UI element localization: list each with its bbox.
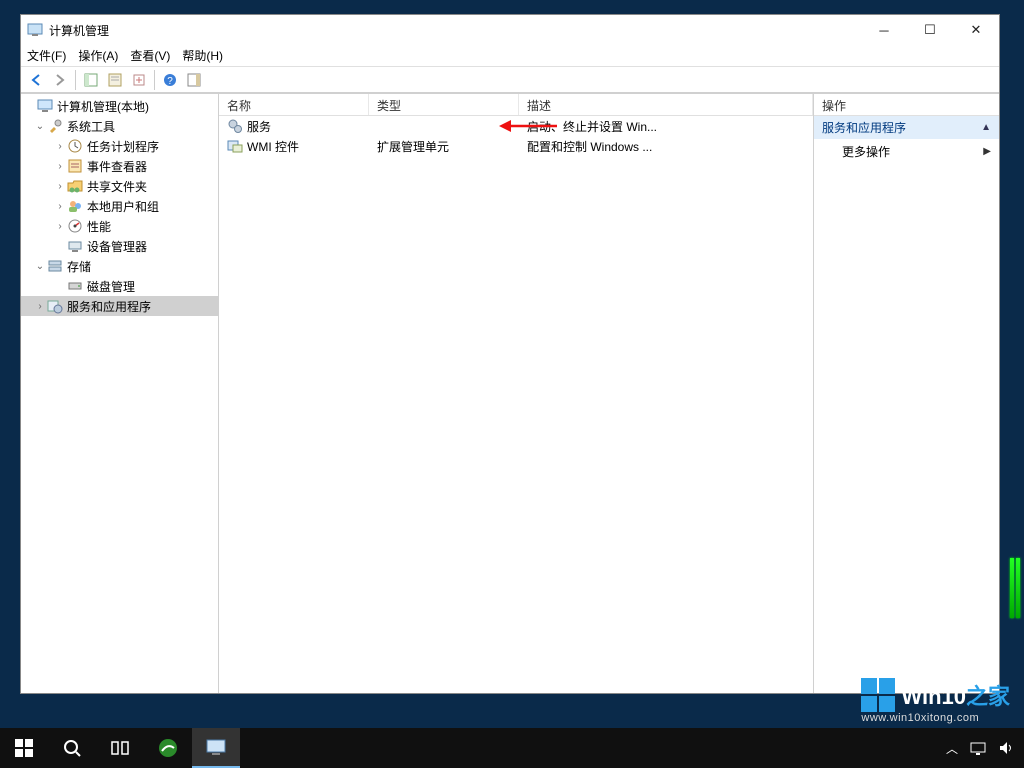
tree-pane[interactable]: 计算机管理(本地) ⌄ 系统工具 › 任务计划程序 › 事件查看器 › 共享文件… [21,94,219,693]
windows-logo-icon [861,678,895,712]
action-pane: 操作 服务和应用程序 ▲ 更多操作 ▶ [814,94,999,693]
action-header: 操作 [814,94,999,116]
expander-icon[interactable]: ⌄ [33,121,47,132]
services-gear-icon [227,118,243,134]
col-header-name[interactable]: 名称 [219,94,369,115]
tree-event-viewer[interactable]: › 事件查看器 [21,156,218,176]
menu-view[interactable]: 查看(V) [130,47,170,64]
event-icon [67,158,83,174]
expander-icon[interactable]: › [53,201,67,212]
annotation-arrow-icon [499,116,559,136]
expander-icon[interactable]: › [53,181,67,192]
titlebar[interactable]: 计算机管理 ─ ☐ ✕ [21,15,999,45]
tree-services-apps[interactable]: › 服务和应用程序 [21,296,218,316]
tray-volume-icon[interactable] [998,740,1014,756]
minimize-button[interactable]: ─ [861,15,907,45]
show-action-pane-button[interactable] [183,69,205,91]
tree-system-tools[interactable]: ⌄ 系统工具 [21,116,218,136]
list-header[interactable]: 名称 类型 描述 [219,94,813,116]
submenu-arrow-icon: ▶ [983,146,991,157]
maximize-button[interactable]: ☐ [907,15,953,45]
clock-icon [67,138,83,154]
tree-shared-folders[interactable]: › 共享文件夹 [21,176,218,196]
help-button[interactable]: ? [159,69,181,91]
forward-button[interactable] [49,69,71,91]
tree-task-scheduler[interactable]: › 任务计划程序 [21,136,218,156]
taskbar-compmgmt[interactable] [192,728,240,768]
action-section[interactable]: 服务和应用程序 ▲ [814,116,999,139]
taskbar[interactable]: ︿ [0,728,1024,768]
menubar: 文件(F) 操作(A) 查看(V) 帮助(H) [21,45,999,67]
export-button[interactable] [128,69,150,91]
shared-folder-icon [67,178,83,194]
menu-help[interactable]: 帮助(H) [182,47,223,64]
disk-icon [67,278,83,294]
menu-action[interactable]: 操作(A) [78,47,118,64]
collapse-icon[interactable]: ▲ [981,122,991,133]
tray-network-icon[interactable] [970,740,986,756]
tree-storage[interactable]: ⌄ 存储 [21,256,218,276]
start-button[interactable] [0,728,48,768]
expander-icon[interactable]: ⌄ [33,261,47,272]
tree-local-users[interactable]: › 本地用户和组 [21,196,218,216]
app-icon [27,22,43,38]
window-title: 计算机管理 [49,22,861,39]
tray-overflow-icon[interactable]: ︿ [946,740,958,757]
users-icon [67,198,83,214]
expander-icon[interactable]: › [53,221,67,232]
toolbar: ? [21,67,999,93]
tree-device-manager[interactable]: 设备管理器 [21,236,218,256]
menu-file[interactable]: 文件(F) [27,47,66,64]
tree-root[interactable]: 计算机管理(本地) [21,96,218,116]
close-button[interactable]: ✕ [953,15,999,45]
list-row-services[interactable]: 服务 启动、终止并设置 Win... [219,116,813,136]
svg-text:?: ? [167,76,173,87]
col-header-type[interactable]: 类型 [369,94,519,115]
taskbar-edge[interactable] [144,728,192,768]
watermark: Win10之家 www.win10xitong.com [861,678,1010,724]
back-button[interactable] [25,69,47,91]
tree-disk-management[interactable]: 磁盘管理 [21,276,218,296]
device-icon [67,238,83,254]
services-apps-icon [47,298,63,314]
computer-icon [37,98,53,114]
action-more[interactable]: 更多操作 ▶ [814,139,999,164]
computer-management-window: 计算机管理 ─ ☐ ✕ 文件(F) 操作(A) 查看(V) 帮助(H) ? 计算… [20,14,1000,694]
performance-icon [67,218,83,234]
volume-indicator [1010,558,1020,618]
col-header-desc[interactable]: 描述 [519,94,813,115]
list-row-wmi[interactable]: WMI 控件 扩展管理单元 配置和控制 Windows ... [219,136,813,156]
storage-icon [47,258,63,274]
wmi-icon [227,138,243,154]
expander-icon[interactable]: › [33,301,47,312]
expander-icon[interactable]: › [53,141,67,152]
expander-icon[interactable]: › [53,161,67,172]
tree-performance[interactable]: › 性能 [21,216,218,236]
show-hide-tree-button[interactable] [80,69,102,91]
tools-icon [47,118,63,134]
list-pane: 名称 类型 描述 服务 启动、终止并设置 Win... WMI 控件 扩展管理单… [219,94,814,693]
search-button[interactable] [48,728,96,768]
system-tray[interactable]: ︿ [946,740,1024,757]
task-view-button[interactable] [96,728,144,768]
properties-button[interactable] [104,69,126,91]
